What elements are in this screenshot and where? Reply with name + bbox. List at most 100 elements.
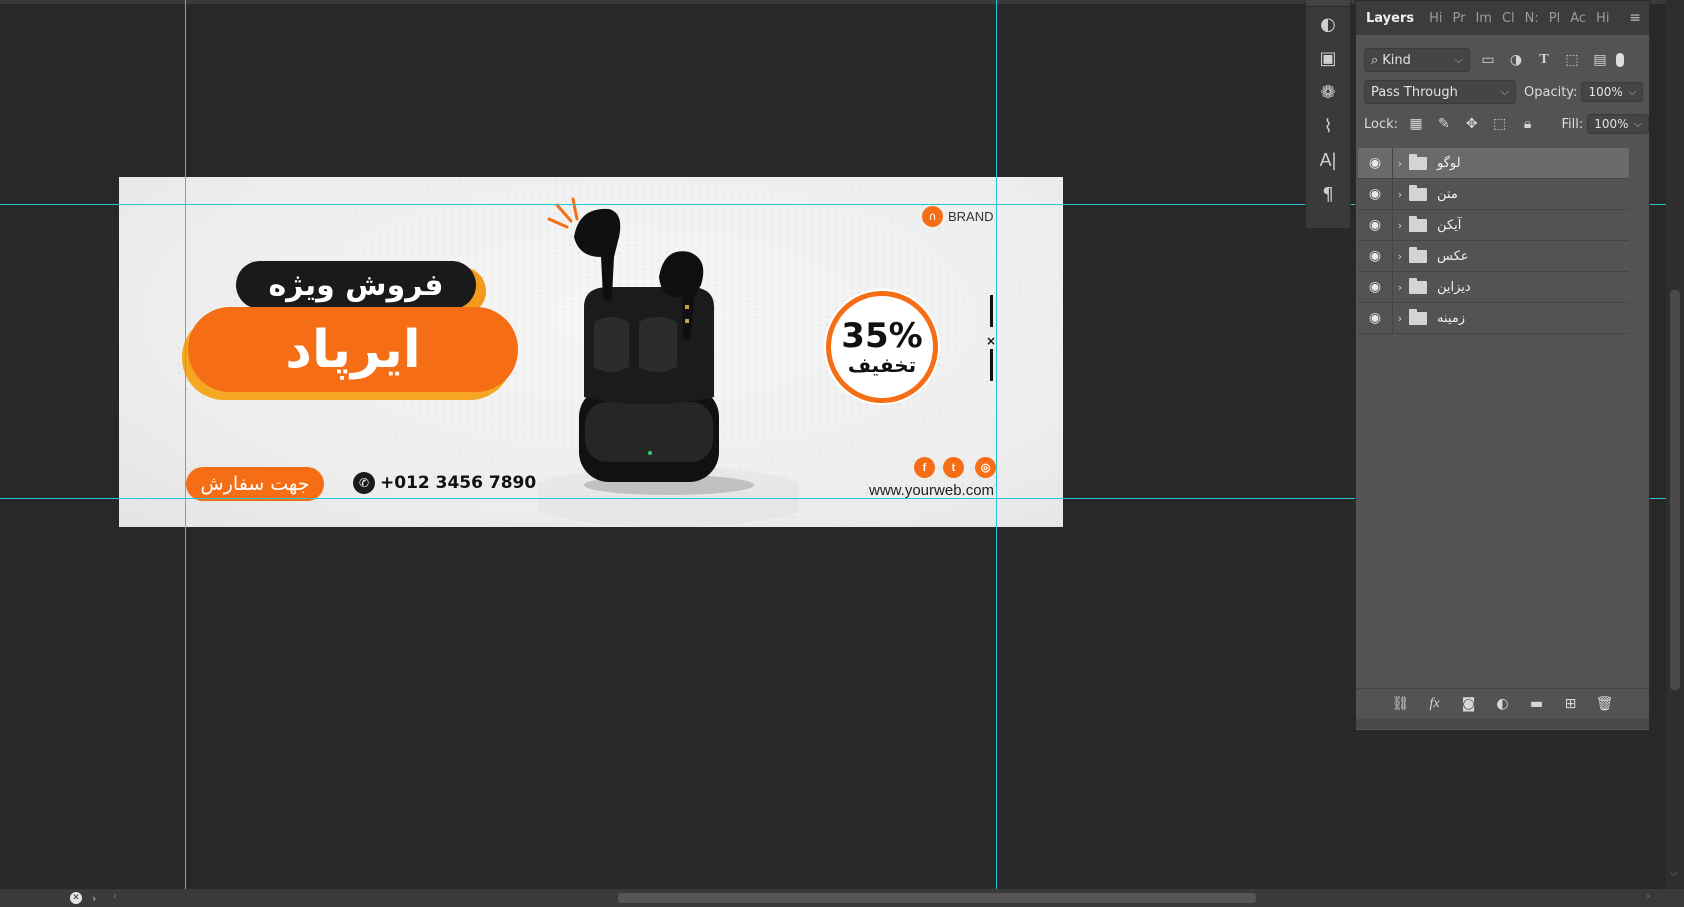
tab-history-2[interactable]: Hi — [1591, 11, 1614, 26]
layers-list: ◉ › لوگو ◉ › متن ◉ › آیکن ◉ › عکس ◉ › دی… — [1356, 148, 1649, 334]
chevron-right-icon[interactable]: › — [1393, 219, 1407, 232]
facebook-icon: f — [914, 457, 935, 478]
delete-layer-icon[interactable]: 🗑︎ — [1595, 694, 1615, 714]
phone-contact: ✆ +012 3456 7890 — [353, 472, 536, 494]
fill-input[interactable]: 100% ⌵ — [1587, 114, 1649, 134]
layer-row[interactable]: ◉ › لوگو — [1358, 148, 1629, 179]
new-group-icon[interactable]: ▬ — [1527, 694, 1547, 714]
panel-menu-icon[interactable]: ≡ — [1629, 10, 1641, 26]
layer-row[interactable]: ◉ › عکس — [1358, 241, 1629, 272]
chevron-down-icon: ⌵ — [1633, 117, 1642, 130]
scroll-right-icon[interactable]: › — [1646, 891, 1650, 902]
layer-row[interactable]: ◉ › متن — [1358, 179, 1629, 210]
website-url: www.yourweb.com — [869, 482, 995, 499]
tab-clone[interactable]: Cl — [1497, 11, 1520, 26]
tab-history[interactable]: Hi — [1424, 11, 1447, 26]
layer-name: آیکن — [1437, 217, 1462, 233]
chevron-down-icon: ⌵ — [1628, 85, 1637, 98]
lock-artboard-icon[interactable]: ⬚ — [1490, 114, 1510, 134]
filter-toggle[interactable] — [1616, 53, 1624, 67]
link-layers-icon[interactable]: ⛓ — [1391, 694, 1411, 714]
title-main-badge: ایرپاد — [188, 307, 518, 392]
chevron-right-icon[interactable]: › — [1393, 188, 1407, 201]
opacity-input[interactable]: 100% ⌵ — [1581, 82, 1644, 102]
scroll-left-icon[interactable]: ‹ — [113, 891, 117, 902]
blend-row: Pass Through ⌵ Opacity: 100% ⌵ — [1356, 80, 1649, 104]
decorative-line — [369, 397, 464, 400]
guide-vertical-right[interactable] — [996, 0, 997, 889]
fill-label: Fill: — [1561, 116, 1584, 132]
lock-position-icon[interactable]: ✥ — [1462, 114, 1482, 134]
lock-all-icon[interactable]: 🔒︎ — [1518, 114, 1538, 134]
order-button: جهت سفارش — [186, 467, 324, 501]
scroll-down-icon[interactable]: ⌵ — [1670, 868, 1678, 879]
vertical-scrollbar[interactable]: ⌵ — [1666, 0, 1684, 889]
vertical-scroll-thumb[interactable] — [1670, 290, 1680, 690]
eye-icon[interactable]: ◉ — [1358, 248, 1392, 264]
panel-resize-grip[interactable] — [1356, 719, 1649, 729]
properties-icon[interactable]: ▣ — [1306, 41, 1350, 75]
title-small-text: فروش ویژه — [268, 267, 444, 303]
character-icon[interactable]: A| — [1306, 143, 1350, 177]
eye-icon[interactable]: ◉ — [1358, 155, 1392, 171]
headphones-icon: ∩ — [922, 206, 943, 227]
lock-transparent-pixels-icon[interactable]: ▦ — [1406, 114, 1426, 134]
guide-vertical-left[interactable] — [185, 0, 186, 889]
adjustment-filter-icon[interactable]: ◑ — [1506, 50, 1526, 70]
adjustments-icon[interactable]: ◐ — [1306, 7, 1350, 41]
chevron-right-icon[interactable]: › — [1393, 281, 1407, 294]
layers-panel-footer: ⛓ fx ◙ ◐ ▬ ⊞ 🗑︎ — [1356, 688, 1649, 719]
filter-kind-select[interactable]: ⌕ Kind ⌵ — [1364, 48, 1470, 72]
eye-icon[interactable]: ◉ — [1358, 310, 1392, 326]
tab-plugins[interactable]: Pl — [1544, 11, 1565, 26]
image-filter-icon[interactable]: ▭ — [1478, 50, 1498, 70]
tab-layers[interactable]: Layers — [1356, 11, 1424, 26]
layer-name: عکس — [1437, 248, 1469, 264]
layer-row[interactable]: ◉ › آیکن — [1358, 210, 1629, 241]
panel-tabs: Layers Hi Pr Im Cl N: Pl Ac Hi ≡ — [1356, 1, 1649, 35]
channels-icon[interactable]: ❁ — [1306, 75, 1350, 109]
chevron-down-icon: ⌵ — [1454, 53, 1463, 66]
type-filter-icon[interactable]: T — [1534, 50, 1554, 70]
horizontal-scrollbar[interactable]: ‹ › — [110, 891, 1650, 905]
chevron-right-icon[interactable]: › — [1393, 312, 1407, 325]
eye-icon[interactable]: ◉ — [1358, 279, 1392, 295]
layer-name: متن — [1437, 186, 1458, 202]
chevron-right-icon[interactable]: › — [1393, 157, 1407, 170]
add-mask-icon[interactable]: ◙ — [1459, 694, 1479, 714]
chevron-right-icon[interactable]: › — [92, 892, 96, 905]
tool-panel-strip: ◐ ▣ ❁ ⌇ A| ¶ — [1305, 0, 1351, 228]
shape-filter-icon[interactable]: ⬚ — [1562, 50, 1582, 70]
smart-object-filter-icon[interactable]: ▤ — [1590, 50, 1610, 70]
paragraph-icon[interactable]: ¶ — [1306, 177, 1350, 211]
panel-grip[interactable] — [1306, 0, 1350, 7]
chevron-right-icon[interactable]: › — [1393, 250, 1407, 263]
tab-image[interactable]: Im — [1470, 11, 1497, 26]
blend-mode-select[interactable]: Pass Through ⌵ — [1364, 80, 1516, 104]
folder-icon — [1409, 153, 1427, 170]
eye-icon[interactable]: ◉ — [1358, 186, 1392, 202]
adjustment-layer-icon[interactable]: ◐ — [1493, 694, 1513, 714]
eye-icon[interactable]: ◉ — [1358, 217, 1392, 233]
filter-kind-value: Kind — [1382, 52, 1411, 68]
tab-properties[interactable]: Pr — [1448, 11, 1471, 26]
twitter-icon: t — [943, 457, 964, 478]
layer-style-fx-icon[interactable]: fx — [1425, 694, 1445, 714]
lock-image-pixels-icon[interactable]: ✎ — [1434, 114, 1454, 134]
layer-row[interactable]: ◉ › زمینه — [1358, 303, 1629, 334]
banner-artboard[interactable]: فروش ویژه ایرپاد جهت سفارش ✆ +012 3456 7… — [119, 177, 1063, 527]
layer-row[interactable]: ◉ › دیزاین — [1358, 272, 1629, 303]
horizontal-scroll-thumb[interactable] — [618, 893, 1256, 903]
paths-icon[interactable]: ⌇ — [1306, 109, 1350, 143]
brand-text: BRAND — [948, 209, 994, 224]
tab-actions[interactable]: Ac — [1565, 11, 1591, 26]
airpods-product-image — [539, 197, 799, 527]
new-layer-icon[interactable]: ⊞ — [1561, 694, 1581, 714]
vertical-bar-top — [990, 295, 993, 327]
instagram-icon: ◎ — [975, 457, 996, 478]
tab-navigator[interactable]: N: — [1520, 11, 1544, 26]
folder-icon — [1409, 246, 1427, 263]
close-icon[interactable]: ✕ — [70, 892, 82, 904]
folder-icon — [1409, 184, 1427, 201]
vertical-bar-bottom — [990, 349, 993, 381]
